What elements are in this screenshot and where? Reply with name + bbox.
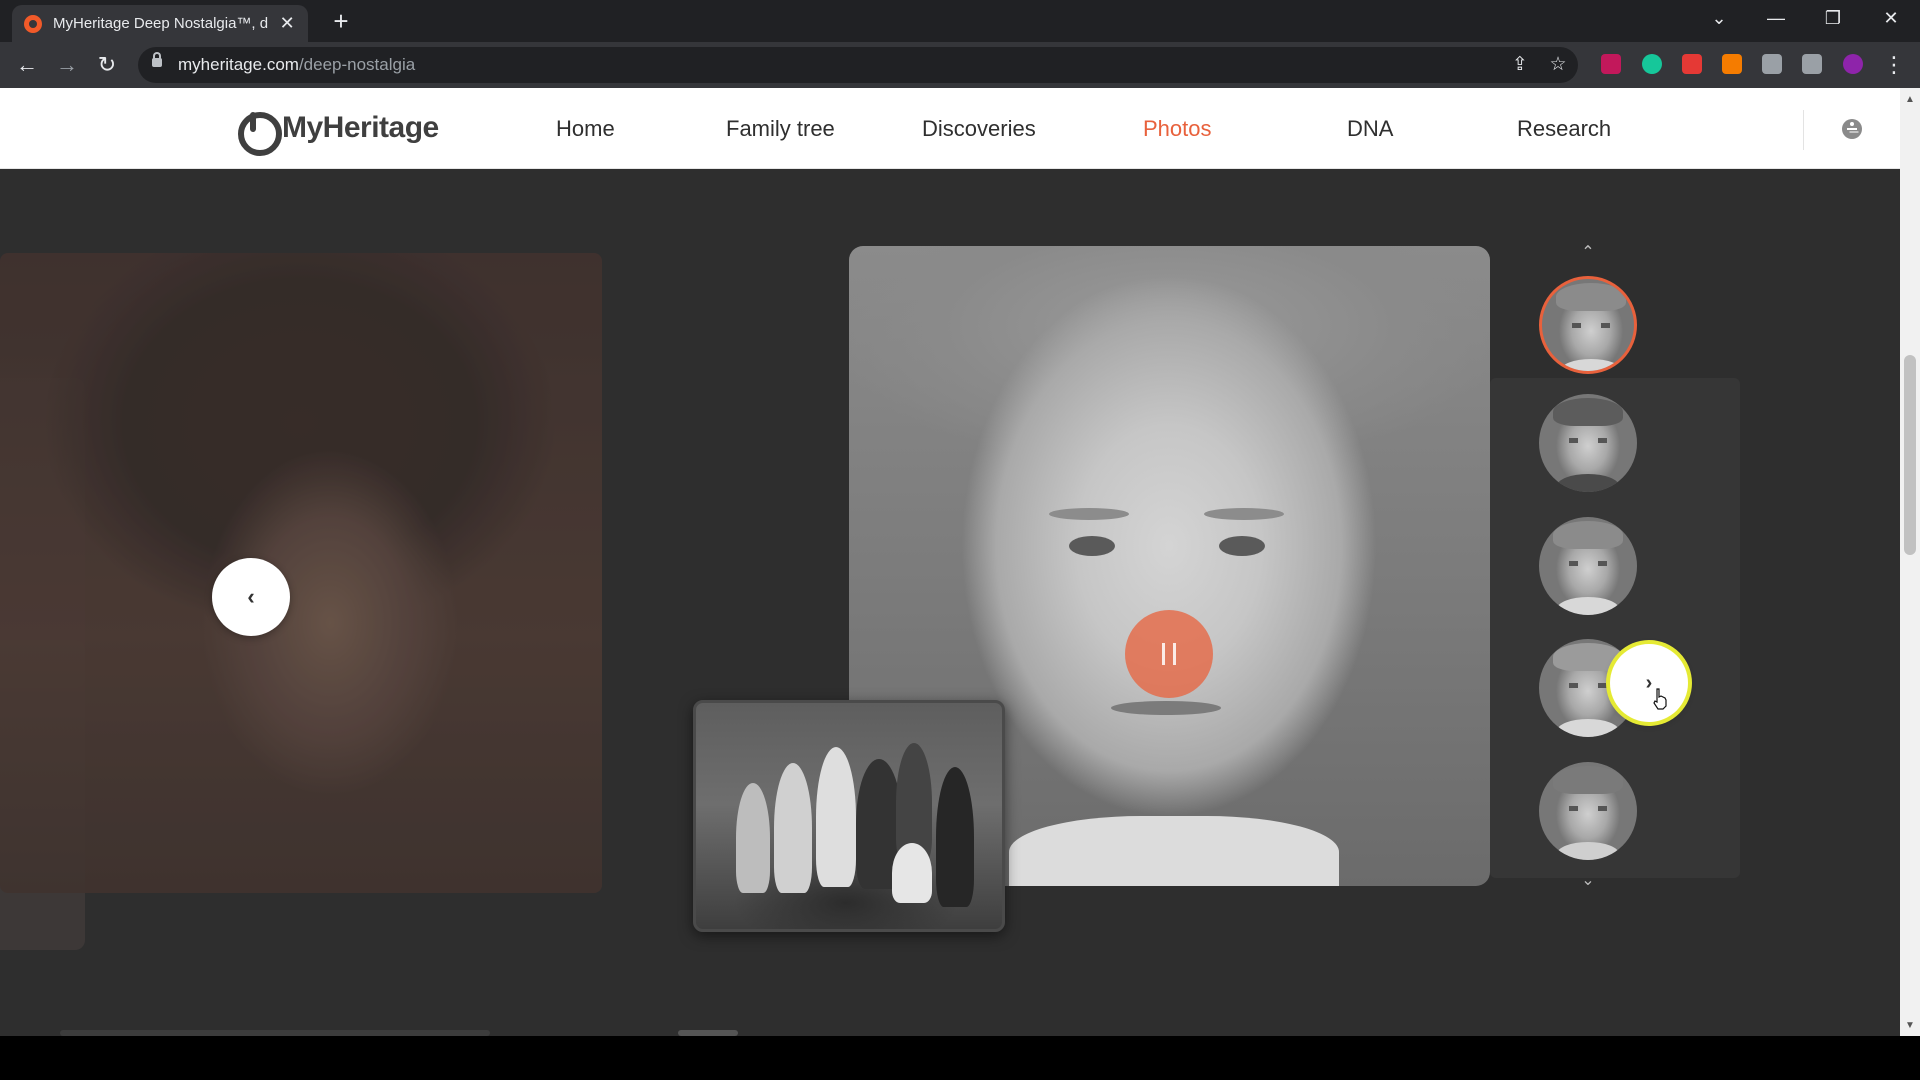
- screen-bottom-bar: [0, 1036, 1920, 1080]
- side-panel-icon[interactable]: [1802, 54, 1822, 74]
- thumbnail-3[interactable]: [1539, 517, 1637, 615]
- myheritage-logo[interactable]: MyHeritage: [236, 110, 439, 156]
- thumbnail-5[interactable]: [1539, 762, 1637, 860]
- previous-photo[interactable]: [0, 253, 602, 893]
- site-header: MyHeritage Home Family tree Discoveries …: [0, 88, 1900, 169]
- tab-title: MyHeritage Deep Nostalgia™, de: [53, 15, 269, 32]
- next-button[interactable]: ›: [1610, 644, 1688, 722]
- nav-discoveries[interactable]: Discoveries: [922, 116, 1036, 142]
- close-window-button[interactable]: ✕: [1876, 8, 1906, 29]
- pause-button[interactable]: [1125, 610, 1213, 698]
- page-scrollbar-thumb[interactable]: [1904, 355, 1916, 555]
- tab-close-icon[interactable]: ✕: [278, 13, 296, 34]
- hand-cursor-icon: [1653, 688, 1667, 710]
- page-scrollbar[interactable]: [1900, 88, 1920, 1036]
- nav-dna[interactable]: DNA: [1347, 116, 1393, 142]
- thumbnails-down-icon[interactable]: ⌄: [1578, 870, 1598, 890]
- browser-toolbar: ← → ↻ myheritage.com/deep-nostalgia ⇪ ☆ …: [0, 42, 1920, 88]
- pause-icon: [1162, 643, 1176, 665]
- nav-family-tree[interactable]: Family tree: [726, 116, 835, 142]
- reload-icon[interactable]: ↻: [92, 50, 122, 80]
- forward-icon[interactable]: →: [52, 50, 82, 80]
- minimize-button[interactable]: —: [1761, 8, 1791, 29]
- scroll-up-arrow-icon[interactable]: ▲: [1904, 94, 1916, 105]
- header-divider: [1803, 110, 1804, 150]
- tab-search-icon[interactable]: ⌄: [1704, 8, 1734, 29]
- accessibility-icon[interactable]: [1842, 119, 1862, 139]
- profile-avatar[interactable]: [1843, 54, 1863, 74]
- restore-button[interactable]: ❐: [1818, 8, 1848, 29]
- browser-tab[interactable]: MyHeritage Deep Nostalgia™, de ✕: [12, 5, 308, 42]
- logo-text: MyHeritage: [282, 111, 439, 144]
- scroll-down-arrow-icon[interactable]: ▼: [1904, 1020, 1916, 1031]
- url-path: /deep-nostalgia: [298, 55, 416, 74]
- new-tab-button[interactable]: +: [326, 6, 356, 37]
- previous-button[interactable]: ‹: [212, 558, 290, 636]
- back-icon[interactable]: ←: [12, 50, 42, 80]
- chrome-menu-icon[interactable]: ⋮: [1879, 50, 1909, 80]
- address-bar[interactable]: myheritage.com/deep-nostalgia ⇪ ☆: [138, 47, 1578, 83]
- metamask-extension-icon[interactable]: [1722, 54, 1742, 74]
- nav-home[interactable]: Home: [556, 116, 615, 142]
- thumbnails-up-icon[interactable]: ⌃: [1578, 242, 1598, 262]
- nav-research[interactable]: Research: [1517, 116, 1611, 142]
- puzzle-extensions-icon[interactable]: [1762, 54, 1782, 74]
- original-group-photo[interactable]: [693, 700, 1005, 932]
- myheritage-favicon-icon: [24, 14, 42, 33]
- share-icon[interactable]: ⇪: [1508, 53, 1532, 76]
- extension-red-icon[interactable]: [1682, 54, 1702, 74]
- nav-photos[interactable]: Photos: [1143, 116, 1212, 142]
- bookmark-star-icon[interactable]: ☆: [1546, 53, 1570, 76]
- lock-icon[interactable]: [152, 52, 162, 67]
- extension-k-icon[interactable]: [1601, 54, 1621, 74]
- url-host: myheritage.com: [178, 55, 299, 74]
- browser-tabstrip: MyHeritage Deep Nostalgia™, de ✕ + ⌄ — ❐…: [0, 0, 1920, 42]
- thumbnail-2[interactable]: [1539, 394, 1637, 492]
- grammarly-extension-icon[interactable]: [1642, 54, 1662, 74]
- myheritage-logo-icon: [236, 110, 282, 156]
- url-text: myheritage.com/deep-nostalgia: [178, 55, 415, 75]
- thumbnail-1[interactable]: [1539, 276, 1637, 374]
- page-viewport: MyHeritage Home Family tree Discoveries …: [0, 88, 1900, 1036]
